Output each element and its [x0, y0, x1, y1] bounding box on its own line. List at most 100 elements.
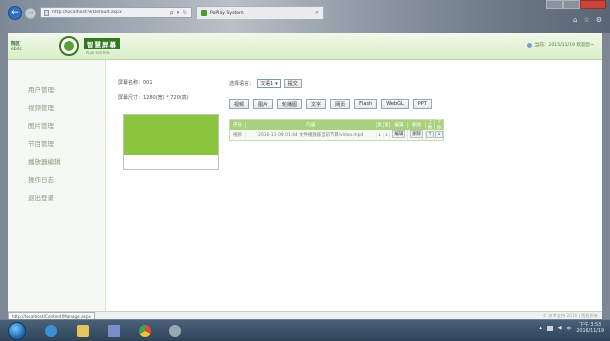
column-header: 内容	[246, 122, 377, 128]
table-header: 序号 内容 类 宽 编辑 删除 上移 下移	[230, 119, 443, 131]
app-taskbar-button[interactable]	[164, 322, 186, 340]
cell-type: 视频	[230, 132, 246, 138]
preview-region	[124, 115, 218, 155]
maximize-button[interactable]	[563, 0, 580, 9]
sidebar-item-label: 图片管理	[28, 122, 54, 130]
back-button[interactable]: ←	[8, 6, 22, 20]
language-row: 选择语言： 汉语1 ▾ 提交	[229, 79, 302, 88]
ie-taskbar-button[interactable]	[40, 322, 62, 340]
star-icon[interactable]: ☆	[583, 16, 589, 24]
arrow-left-icon: ←	[11, 7, 19, 18]
carousel-button[interactable]: 轮播图	[277, 99, 303, 109]
minimize-button[interactable]	[546, 0, 563, 9]
move-up-button[interactable]: ↑	[426, 130, 434, 138]
sidebar-item-label: 操作日志	[28, 176, 54, 184]
window-controls	[546, 0, 606, 9]
user-info-text[interactable]: 当前：2015/11/19 欢迎您~	[535, 42, 594, 48]
brand-title: 智慧屏幕	[84, 38, 120, 49]
folder-icon	[77, 325, 89, 337]
screen-name: 屏幕名称：001	[118, 80, 153, 86]
sidebar-item-label: 视频管理	[28, 104, 54, 112]
page-icon	[44, 9, 49, 16]
sidebar-item-logout[interactable]: 退出登录	[8, 188, 105, 206]
sidebar-item-player-edit[interactable]: 播放器编辑	[8, 152, 105, 170]
image-button[interactable]: 图片	[253, 99, 274, 109]
status-bar: http://localhost/Content/Manage.aspx © 技…	[8, 311, 602, 320]
address-tools[interactable]: ρ ▾ ↻	[170, 10, 188, 16]
sidebar-item-videos[interactable]: 视频管理	[8, 98, 105, 116]
submit-button[interactable]: 提交	[283, 79, 302, 88]
clock-date: 2016/11/19	[576, 328, 604, 334]
sidebar-item-programs[interactable]: 节目管理	[8, 134, 105, 152]
webpage-button[interactable]: 网页	[330, 99, 351, 109]
column-header: 编辑	[390, 122, 409, 128]
close-window-button[interactable]	[580, 0, 606, 9]
tab-close-icon[interactable]: ×	[315, 10, 319, 16]
language-label: 选择语言：	[229, 81, 255, 87]
home-icon[interactable]: ⌂	[573, 16, 577, 24]
video-button[interactable]: 视频	[229, 99, 250, 109]
move-down-button[interactable]: ↓	[435, 130, 443, 138]
cell-a: 1	[377, 132, 384, 138]
speaker-icon[interactable]: ◀	[558, 326, 562, 331]
ime-icon[interactable]: 中	[567, 325, 572, 332]
screen-size: 屏幕尺寸：1280(宽) * 720(高)	[118, 95, 189, 101]
page-content: 用户管理 视频管理 图片管理 节目管理 播放器编辑 操作日志 退出登录 屏幕名称…	[8, 60, 602, 311]
sidebar-item-label: 播放器编辑	[28, 158, 61, 166]
webgl-button[interactable]: WebGL	[381, 99, 409, 109]
mail-icon	[108, 325, 120, 337]
browser-chrome: ← → http://localhost:9/Default.aspx ρ ▾ …	[0, 0, 610, 33]
app-icon	[169, 325, 181, 337]
ppt-button[interactable]: PPT	[412, 99, 432, 109]
address-bar[interactable]: http://localhost:9/Default.aspx ρ ▾ ↻	[40, 7, 192, 18]
edit-row-button[interactable]: 编辑	[392, 130, 406, 138]
tray-flag-icon[interactable]: ▴	[539, 326, 541, 331]
column-header: 类	[377, 122, 384, 128]
site-header: 院区 ebdc 智慧屏幕 PLAY SYSTEM 当前：2015/11/19 欢…	[8, 33, 602, 60]
sidebar-item-users[interactable]: 用户管理	[8, 80, 105, 98]
favicon-icon	[201, 10, 207, 16]
tab-title: PoPlay System	[210, 10, 244, 16]
cell-content: 2016-11-09 01:44 文件播放器当前节目/video.mp4	[246, 132, 377, 138]
screen-preview	[123, 114, 219, 170]
mail-taskbar-button[interactable]	[103, 322, 125, 340]
brand-logo-icon	[59, 36, 79, 56]
org-logo-line2: ebdc	[11, 47, 22, 52]
forward-button[interactable]: →	[25, 8, 36, 19]
content-type-toolbar: 视频 图片 轮播图 文字 网页 Flash WebGL PPT	[229, 99, 432, 109]
delete-row-button[interactable]: 删除	[410, 130, 424, 138]
chrome-taskbar-button[interactable]	[134, 322, 156, 340]
sidebar-item-logs[interactable]: 操作日志	[8, 170, 105, 188]
column-header: 删除	[408, 122, 427, 128]
sidebar-item-label: 用户管理	[28, 86, 54, 94]
column-header: 序号	[230, 122, 246, 128]
gear-icon[interactable]: ⚙	[596, 16, 602, 24]
flash-button[interactable]: Flash	[354, 99, 378, 109]
column-header: 宽	[384, 122, 391, 128]
start-button[interactable]	[8, 322, 26, 340]
user-info: 当前：2015/11/19 欢迎您~	[526, 42, 594, 48]
chrome-icon	[139, 325, 151, 337]
org-logo: 院区 ebdc	[11, 37, 51, 56]
network-icon[interactable]	[546, 326, 553, 332]
column-header: 上移	[426, 119, 436, 131]
system-tray: ▴ ◀ 中 下午 3:53 2016/11/19	[539, 323, 604, 335]
language-value: 汉语1	[260, 81, 274, 87]
sidebar-item-label: 节目管理	[28, 140, 54, 148]
content-table: 序号 内容 类 宽 编辑 删除 上移 下移 视频 2016-11-09 01:4…	[229, 119, 444, 141]
internet-explorer-icon	[45, 325, 57, 337]
browser-tools: ⌂ ☆ ⚙	[573, 16, 602, 24]
sidebar: 用户管理 视频管理 图片管理 节目管理 播放器编辑 操作日志 退出登录	[8, 60, 106, 311]
sidebar-item-images[interactable]: 图片管理	[8, 116, 105, 134]
taskbar: ▴ ◀ 中 下午 3:53 2016/11/19	[0, 319, 610, 341]
address-url: http://localhost:9/Default.aspx	[52, 10, 122, 15]
column-header: 下移	[436, 120, 442, 131]
explorer-taskbar-button[interactable]	[72, 322, 94, 340]
browser-tab[interactable]: PoPlay System ×	[196, 6, 324, 19]
chevron-down-icon: ▾	[275, 80, 278, 87]
brand-subtitle: PLAY SYSTEM	[86, 51, 110, 55]
clock[interactable]: 下午 3:53 2016/11/19	[576, 323, 604, 335]
user-icon	[526, 42, 532, 48]
language-select[interactable]: 汉语1 ▾	[257, 79, 281, 88]
text-button[interactable]: 文字	[306, 99, 327, 109]
